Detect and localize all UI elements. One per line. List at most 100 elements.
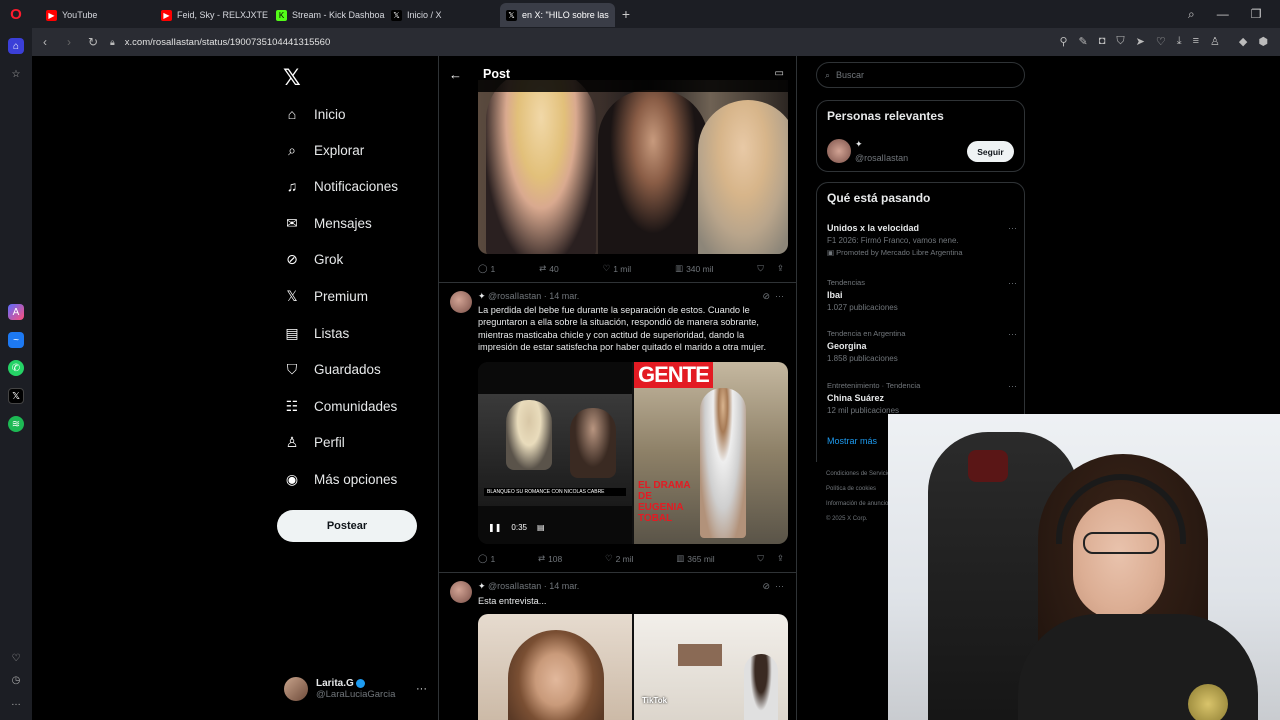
tweet-image[interactable]: TikTok <box>634 614 788 720</box>
cube-icon[interactable]: ⬢ <box>1258 35 1268 48</box>
bookmark-icon[interactable]: ⛉ <box>757 553 763 564</box>
whatsapp-icon[interactable]: ✆ <box>8 360 24 376</box>
send-icon[interactable]: ➤ <box>1136 35 1145 48</box>
view-count: 340 mil <box>686 263 714 274</box>
footer-link[interactable]: Condiciones de Servicio <box>826 467 891 482</box>
tweet-image[interactable] <box>478 80 788 254</box>
more-icon[interactable]: ··· <box>775 291 784 301</box>
back-arrow-icon[interactable]: ← <box>449 67 469 82</box>
post-button[interactable]: Postear <box>277 510 417 542</box>
avatar[interactable] <box>450 291 472 313</box>
more-icon[interactable]: ··· <box>1008 381 1017 391</box>
forward-icon[interactable]: › <box>62 35 76 49</box>
tweet-handle[interactable]: @rosalIastan <box>488 581 541 591</box>
tab-youtube[interactable]: ▶ YouTube <box>40 3 155 27</box>
more-icon[interactable]: ··· <box>1008 278 1017 288</box>
bookmark-icon[interactable]: ⛉ <box>757 263 763 274</box>
nav-item-perfil[interactable]: ♙ Perfil <box>284 429 345 455</box>
url-field[interactable]: x.com/rosalIastan/status/190073510444131… <box>125 37 330 48</box>
star-icon[interactable]: ☆ <box>8 66 24 82</box>
more-icon[interactable]: ··· <box>416 683 427 695</box>
nav-item-comunidades[interactable]: ☷ Comunidades <box>284 393 398 419</box>
heart-icon[interactable]: ♡ <box>8 650 24 666</box>
spotify-icon[interactable]: ≋ <box>8 416 24 432</box>
minimize-icon[interactable]: — <box>1217 7 1229 21</box>
retweet-button[interactable]: ⇄ 40 <box>539 263 559 274</box>
nav-item-premium[interactable]: 𝕏 Premium <box>284 283 368 309</box>
nav-item-grok[interactable]: ⊘ Grok <box>284 246 343 272</box>
like-button[interactable]: ♡ 1 mil <box>603 263 632 274</box>
profile-icon[interactable]: ♙ <box>1210 35 1220 48</box>
x-icon[interactable]: 𝕏 <box>8 388 24 404</box>
nav-item-notificaciones[interactable]: ♫ Notificaciones <box>284 173 398 199</box>
relevant-handle[interactable]: @rosalIastan <box>855 153 908 163</box>
tweet-date[interactable]: 14 mar. <box>549 581 579 591</box>
views-icon: ▥ <box>676 553 685 563</box>
x-logo-icon[interactable]: 𝕏 <box>283 65 301 91</box>
more-icon[interactable]: ··· <box>1008 329 1017 339</box>
tab-feid[interactable]: ▶ Feid, Sky - RELXJXTE - Yo <box>155 3 270 27</box>
nav-item-mensajes[interactable]: ✉ Mensajes <box>284 210 372 236</box>
menu-icon[interactable]: ≡ <box>1193 35 1199 48</box>
views-button[interactable]: ▥ 365 mil <box>676 553 714 564</box>
edit-icon[interactable]: ✎ <box>1079 35 1088 48</box>
tweet-handle[interactable]: @rosalIastan <box>488 291 541 301</box>
pause-icon[interactable]: ❚❚ <box>488 523 501 532</box>
shield-icon[interactable]: ⛉ <box>1116 35 1124 48</box>
new-tab-button[interactable]: + <box>615 6 637 22</box>
tweet-image[interactable] <box>478 614 632 720</box>
nav-item-explorar[interactable]: ⌕ Explorar <box>284 137 364 163</box>
tab-x-home[interactable]: 𝕏 Inicio / X <box>385 3 500 27</box>
nav-item-guardados[interactable]: ⛉ Guardados <box>284 356 381 382</box>
nav-item-listas[interactable]: ▤ Listas <box>284 320 349 346</box>
search-input[interactable]: ⌕ Buscar <box>816 62 1025 88</box>
maximize-icon[interactable]: ❐ <box>1251 7 1262 21</box>
grok-icon[interactable]: ⊘ <box>762 581 770 591</box>
trend-item[interactable]: Tendencias Ibai 1.027 publicaciones ··· <box>827 278 1017 312</box>
retweet-button[interactable]: ⇄ 108 <box>538 553 562 564</box>
messenger-icon[interactable]: ~ <box>8 332 24 348</box>
nav-item-mas-opciones[interactable]: ◉ Más opciones <box>284 466 397 492</box>
like-button[interactable]: ♡ 2 mil <box>605 553 634 564</box>
magazine-cover-image[interactable]: GENTE EL DRAMA DE EUGENIA TOBAL <box>634 362 788 544</box>
trend-item[interactable]: Tendencia en Argentina Georgina 1.858 pu… <box>827 329 1017 363</box>
account-switcher[interactable]: Larita.G @LaraLuciaGarcia <box>284 677 395 701</box>
tweet-date[interactable]: 14 mar. <box>549 291 579 301</box>
heart-icon: ♡ <box>604 553 613 563</box>
footer-link[interactable]: Política de cookies <box>826 482 891 497</box>
more-icon[interactable]: ··· <box>775 581 784 591</box>
download-icon[interactable]: ⤓ <box>1177 35 1182 48</box>
reply-button[interactable]: ◯ 1 <box>478 553 495 564</box>
nav-item-inicio[interactable]: ⌂ Inicio <box>284 101 346 127</box>
heart-icon[interactable]: ♡ <box>1156 35 1166 48</box>
trend-item[interactable]: Entretenimiento · Tendencia China Suárez… <box>827 381 1017 415</box>
back-icon[interactable]: ‹ <box>38 35 52 49</box>
diamond-icon[interactable]: ◆ <box>1239 35 1247 48</box>
reload-icon[interactable]: ↻ <box>86 35 100 49</box>
search-icon[interactable]: ⌕ <box>1188 7 1195 22</box>
tab-kick[interactable]: K Stream - Kick Dashboard <box>270 3 385 27</box>
grok-icon[interactable]: ⊘ <box>762 291 770 301</box>
tweet-video[interactable]: BLANQUEO SU ROMANCE CON NICOLAS CABRE ❚❚… <box>478 362 632 544</box>
aria-icon[interactable]: A <box>8 304 24 320</box>
captions-icon[interactable]: ▤ <box>537 523 545 532</box>
footer-link[interactable]: Información de anuncios <box>826 497 891 512</box>
zoom-icon[interactable]: ⚲ <box>1059 35 1067 48</box>
avatar[interactable] <box>450 581 472 603</box>
opera-logo-icon[interactable]: O <box>0 0 32 28</box>
share-icon[interactable]: ⇪ <box>777 263 784 274</box>
trend-item[interactable]: Unidos x la velocidad F1 2026: Firmó Fra… <box>827 223 1017 257</box>
more-icon[interactable]: ··· <box>1008 223 1017 233</box>
home-icon[interactable]: ⌂ <box>8 38 24 54</box>
views-button[interactable]: ▥ 340 mil <box>675 263 713 274</box>
share-icon[interactable]: ⇪ <box>777 553 784 564</box>
more-icon[interactable]: … <box>8 694 24 710</box>
history-icon[interactable]: ◷ <box>8 672 24 688</box>
camera-icon[interactable]: ◘ <box>1099 35 1106 48</box>
reply-button[interactable]: ◯ 1 <box>478 263 495 274</box>
avatar[interactable] <box>827 139 851 163</box>
reader-mode-icon[interactable]: ▭ <box>775 68 784 79</box>
show-more-link[interactable]: Mostrar más <box>827 436 877 446</box>
follow-button[interactable]: Seguir <box>967 141 1014 162</box>
tab-x-post[interactable]: 𝕏 en X: "HILO sobre las ✕ <box>500 3 615 27</box>
